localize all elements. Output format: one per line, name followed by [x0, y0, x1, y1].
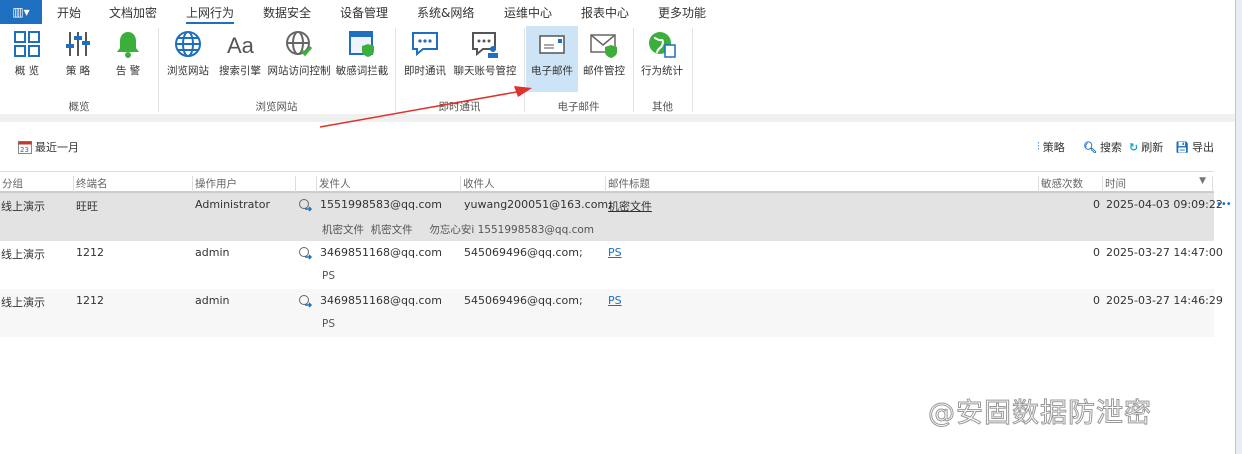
annotation-arrow — [319, 86, 532, 128]
background-window-edge — [1235, 0, 1242, 454]
watermark: @安固数据防泄密 — [928, 398, 1152, 430]
